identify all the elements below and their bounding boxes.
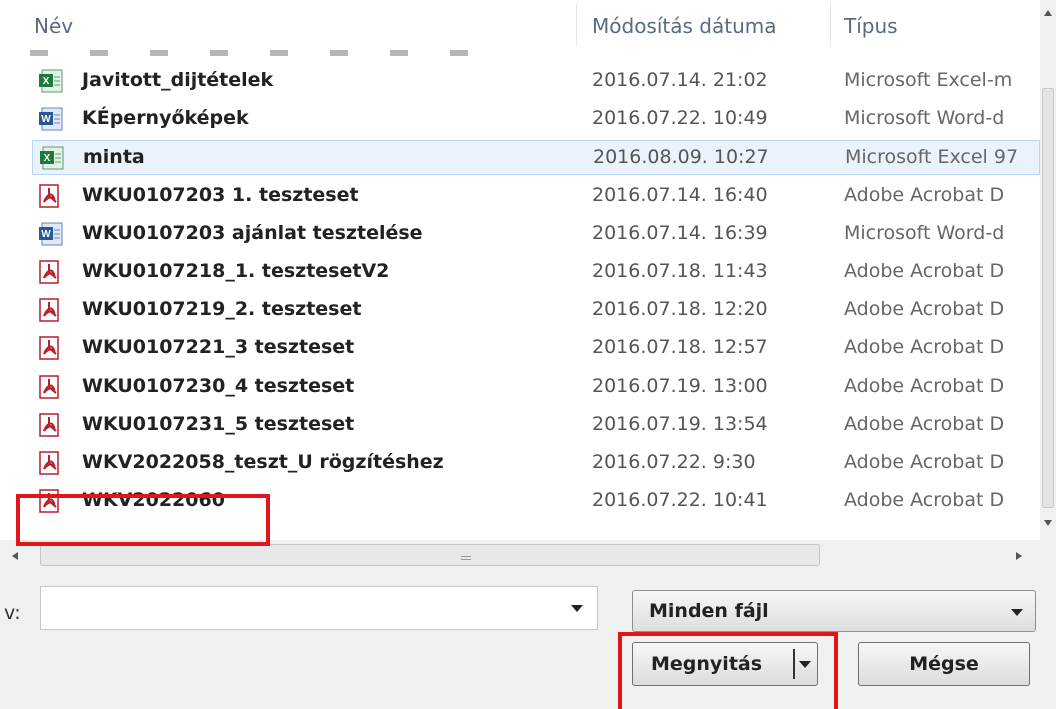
file-modified-date: 2016.07.22. 9:30 bbox=[592, 451, 756, 473]
scroll-thumb[interactable] bbox=[40, 544, 820, 566]
grip-icon bbox=[461, 556, 471, 560]
horizontal-scrollbar[interactable] bbox=[0, 540, 1040, 572]
vertical-scrollbar[interactable] bbox=[1040, 0, 1056, 540]
column-modified-header[interactable]: Módosítás dátuma bbox=[592, 14, 776, 38]
file-type: Adobe Acrobat D bbox=[844, 412, 1005, 435]
excel-icon: X bbox=[38, 69, 64, 93]
open-button[interactable]: Megnyitás bbox=[632, 642, 818, 686]
file-name: WKU0107231_5 teszteset bbox=[82, 412, 355, 435]
split-divider bbox=[793, 649, 795, 679]
chevron-down-icon[interactable] bbox=[571, 605, 583, 612]
file-type-value: Minden fájl bbox=[649, 600, 769, 622]
file-type-select[interactable]: Minden fájl bbox=[632, 590, 1036, 632]
file-type: Microsoft Excel 97 bbox=[845, 146, 1019, 169]
pdf-icon bbox=[38, 183, 64, 208]
pdf-icon bbox=[38, 374, 64, 399]
excel-icon: X bbox=[39, 146, 65, 170]
pdf-icon bbox=[38, 336, 64, 361]
pdf-icon bbox=[38, 298, 64, 322]
file-modified-date: 2016.07.14. 16:40 bbox=[592, 183, 768, 206]
scroll-thumb[interactable] bbox=[1042, 88, 1054, 508]
file-modified-date: 2016.07.18. 11:43 bbox=[592, 260, 768, 282]
file-type: Adobe Acrobat D bbox=[844, 374, 1005, 397]
file-name: WKV2022060 bbox=[82, 489, 225, 512]
file-modified-date: 2016.08.09. 10:27 bbox=[593, 146, 769, 169]
file-row[interactable]: WKU0107221_3 teszteset 2016.07.18. 12:57 A… bbox=[32, 331, 1040, 366]
chevron-down-icon bbox=[1011, 609, 1023, 616]
scroll-right-icon[interactable] bbox=[1016, 552, 1022, 560]
file-type: Adobe Acrobat D bbox=[844, 260, 1005, 282]
file-type: Adobe Acrobat D bbox=[844, 451, 1005, 473]
filename-label: v: bbox=[4, 602, 21, 624]
column-divider[interactable] bbox=[830, 4, 831, 46]
partial-row-cut-off bbox=[30, 50, 500, 56]
file-row[interactable]: WKU0107219_2. teszteset 2016.07.18. 12:20… bbox=[32, 293, 1040, 328]
file-type: Adobe Acrobat D bbox=[844, 489, 1005, 512]
pdf-icon bbox=[38, 413, 64, 437]
file-modified-date: 2016.07.22. 10:41 bbox=[592, 489, 768, 512]
svg-text:X: X bbox=[43, 76, 50, 87]
svg-text:X: X bbox=[44, 153, 51, 164]
file-row[interactable]: W KÉpernyőképek 2016.07.22. 10:49 Microsoft… bbox=[32, 102, 1040, 137]
file-modified-date: 2016.07.18. 12:20 bbox=[592, 298, 768, 321]
file-name: WKU0107221_3 teszteset bbox=[82, 336, 355, 359]
word-icon: W bbox=[38, 107, 64, 131]
svg-text:W: W bbox=[41, 229, 51, 240]
file-modified-date: 2016.07.22. 10:49 bbox=[592, 107, 768, 130]
scroll-down-icon[interactable] bbox=[1044, 520, 1052, 526]
scroll-left-icon[interactable] bbox=[12, 552, 18, 560]
file-row[interactable]: WKV2022060 2016.07.22. 10:41 Adobe Acrobat… bbox=[32, 484, 1040, 519]
file-name: WKU0107203 ajánlat tesztelése bbox=[82, 221, 423, 244]
file-modified-date: 2016.07.14. 16:39 bbox=[592, 221, 768, 244]
file-row[interactable]: WKU0107218_1. tesztesetV2 2016.07.18. 11:… bbox=[32, 255, 1040, 290]
file-name: KÉpernyőképek bbox=[82, 107, 249, 130]
file-row[interactable]: Xminta 2016.08.09. 10:27 Microsoft Excel 9… bbox=[32, 140, 1040, 176]
filename-input[interactable] bbox=[40, 586, 598, 630]
file-row[interactable]: WKV2022058_teszt_U rögzítéshez 2016.07.22… bbox=[32, 446, 1040, 481]
file-type: Adobe Acrobat D bbox=[844, 298, 1005, 321]
pdf-icon bbox=[38, 260, 64, 284]
cancel-button[interactable]: Mégse bbox=[858, 642, 1030, 686]
file-row[interactable]: X Javitott_dijtételek 2016.07.14. 21:02 Mic… bbox=[32, 64, 1040, 99]
file-name: WKU0107203 1. teszteset bbox=[82, 183, 359, 206]
word-icon: W bbox=[38, 222, 64, 246]
file-name: WKU0107218_1. tesztesetV2 bbox=[82, 260, 390, 282]
file-name: Javitott_dijtételek bbox=[82, 69, 274, 91]
column-name-header[interactable]: Név bbox=[34, 14, 73, 38]
file-list[interactable]: Név Módosítás dátuma Típus X Javitott_dij… bbox=[0, 0, 1056, 572]
column-type-header[interactable]: Típus bbox=[844, 14, 898, 38]
open-button-label: Megnyitás bbox=[651, 653, 763, 675]
cancel-button-label: Mégse bbox=[909, 653, 979, 675]
file-name: minta bbox=[83, 146, 145, 169]
file-modified-date: 2016.07.14. 21:02 bbox=[592, 69, 768, 91]
file-type: Microsoft Excel-m bbox=[844, 69, 1013, 91]
pdf-icon bbox=[38, 489, 64, 513]
file-type: Microsoft Word-d bbox=[844, 107, 1005, 130]
file-name: WKV2022058_teszt_U rögzítéshez bbox=[82, 451, 444, 473]
file-type: Adobe Acrobat D bbox=[844, 183, 1005, 206]
column-divider[interactable] bbox=[576, 4, 577, 46]
file-type: Microsoft Word-d bbox=[844, 221, 1005, 244]
scroll-corner bbox=[1040, 540, 1056, 572]
scroll-up-icon[interactable] bbox=[1044, 10, 1052, 16]
svg-text:W: W bbox=[41, 114, 51, 125]
chevron-down-icon[interactable] bbox=[799, 661, 811, 668]
file-row[interactable]: WKU0107231_5 teszteset 2016.07.19. 13:54 A… bbox=[32, 408, 1040, 443]
file-row[interactable]: WKU0107230_4 teszteset 2016.07.19. 13:00 A… bbox=[32, 370, 1040, 405]
file-modified-date: 2016.07.18. 12:57 bbox=[592, 336, 768, 359]
file-name: WKU0107230_4 teszteset bbox=[82, 374, 355, 397]
file-type: Adobe Acrobat D bbox=[844, 336, 1005, 359]
file-modified-date: 2016.07.19. 13:54 bbox=[592, 412, 768, 435]
pdf-icon bbox=[38, 451, 64, 475]
file-row[interactable]: W WKU0107203 ajánlat tesztelése 2016.07.14… bbox=[32, 217, 1040, 252]
file-name: WKU0107219_2. teszteset bbox=[82, 298, 362, 321]
file-row[interactable]: WKU0107203 1. teszteset 2016.07.14. 16:40… bbox=[32, 179, 1040, 214]
file-modified-date: 2016.07.19. 13:00 bbox=[592, 374, 768, 397]
column-header: Név Módosítás dátuma Típus bbox=[0, 0, 1040, 48]
